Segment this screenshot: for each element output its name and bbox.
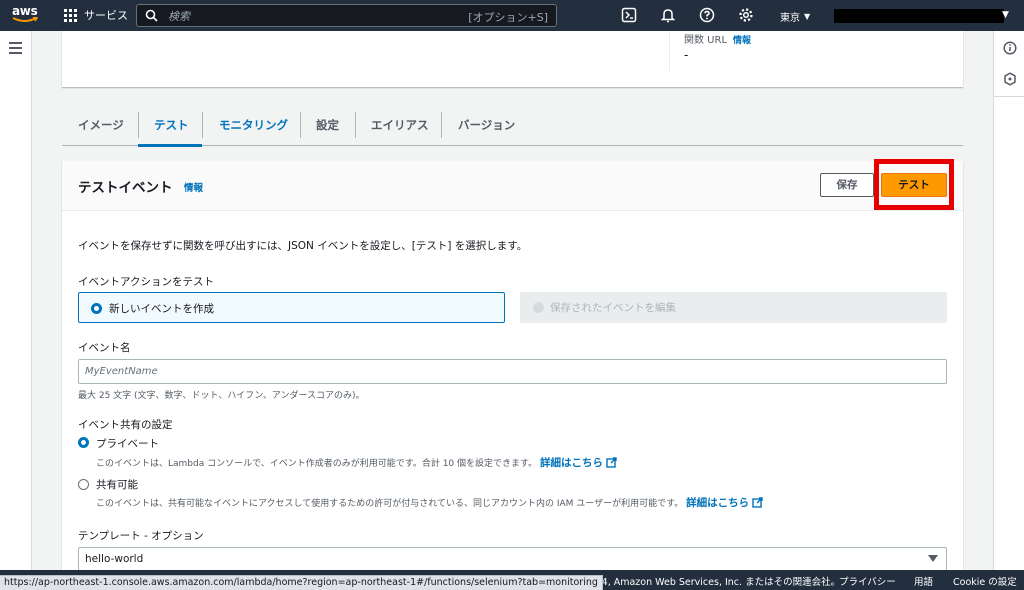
- panel-header: テストイベント 情報 保存 テスト: [62, 159, 963, 211]
- test-action-label: イベントアクションをテスト: [78, 276, 214, 288]
- tab-settings[interactable]: 設定: [316, 117, 339, 133]
- shareable-details-link[interactable]: 詳細はこちら: [686, 497, 763, 509]
- right-rail: [993, 31, 1024, 590]
- highlight-box: [874, 159, 954, 210]
- private-radio[interactable]: [78, 437, 89, 448]
- region-selector[interactable]: 東京 ▼: [780, 9, 810, 24]
- bell-icon[interactable]: [660, 7, 676, 23]
- panel-info-link[interactable]: 情報: [184, 180, 203, 194]
- tab-test[interactable]: テスト: [154, 117, 189, 133]
- template-value: hello-world: [85, 553, 144, 565]
- private-label: プライベート: [96, 438, 159, 450]
- shareable-description: このイベントは、共有可能なイベントにアクセスして使用するための許可が付与されてい…: [96, 499, 684, 509]
- card-divider: [669, 31, 670, 71]
- shareable-description-row: このイベントは、共有可能なイベントにアクセスして使用するための許可が付与されてい…: [96, 495, 763, 510]
- tab-monitoring[interactable]: モニタリング: [219, 117, 288, 133]
- private-description-row: このイベントは、Lambda コンソールで、イベント作成者のみが利用可能です。合…: [96, 455, 617, 470]
- save-button[interactable]: 保存: [820, 173, 874, 197]
- test-event-panel: テストイベント 情報 保存 テスト イベントを保存せずに関数を呼び出すには、JS…: [62, 159, 963, 590]
- footer-copyright: © 2024, Amazon Web Services, Inc. またはその関…: [571, 577, 841, 588]
- aws-logo[interactable]: aws: [12, 4, 42, 26]
- radio-disabled-icon: [533, 302, 544, 313]
- chevron-down-icon: ▼: [804, 12, 811, 21]
- private-details-link[interactable]: 詳細はこちら: [540, 457, 617, 469]
- shareable-radio[interactable]: [78, 479, 89, 490]
- account-menu[interactable]: [834, 9, 1004, 23]
- template-label: テンプレート - オプション: [78, 530, 204, 542]
- services-menu-button[interactable]: サービス: [64, 7, 128, 23]
- active-tab-indicator: [138, 144, 202, 147]
- gear-icon[interactable]: [738, 7, 754, 23]
- right-rail-divider: [994, 96, 1024, 97]
- services-label: サービス: [84, 9, 128, 22]
- tab-image[interactable]: イメージ: [78, 117, 124, 133]
- external-link-icon: [606, 457, 617, 468]
- function-url-value: -: [684, 48, 689, 62]
- create-new-event-option[interactable]: 新しいイベントを作成: [78, 292, 505, 323]
- feedback-icon[interactable]: [1003, 72, 1017, 86]
- account-chevron-icon: ▼: [1002, 10, 1009, 20]
- function-url-info-link[interactable]: 情報: [733, 36, 751, 46]
- private-description: このイベントは、Lambda コンソールで、イベント作成者のみが利用可能です。合…: [96, 459, 538, 469]
- tab-separator: [441, 112, 442, 138]
- footer-privacy-link[interactable]: プライバシー: [839, 574, 896, 588]
- caret-down-icon: [928, 555, 938, 562]
- event-sharing-label: イベント共有の設定: [78, 419, 173, 431]
- footer-terms-link[interactable]: 用語: [914, 574, 933, 588]
- footer-cookie-link[interactable]: Cookie の設定: [953, 574, 1017, 588]
- panel-title: テストイベント: [78, 180, 173, 196]
- tab-aliases[interactable]: エイリアス: [371, 117, 429, 133]
- radio-selected-icon: [91, 303, 102, 314]
- event-name-input[interactable]: MyEventName: [78, 359, 947, 384]
- cloudshell-icon[interactable]: [621, 7, 637, 23]
- event-name-hint: 最大 25 文字 (文字、数字、ドット、ハイフン、アンダースコアのみ)。: [78, 391, 365, 401]
- browser-status-url: https://ap-northeast-1.console.aws.amazo…: [0, 575, 603, 590]
- search-placeholder: 検索: [168, 9, 190, 23]
- search-shortcut: [オプション+S]: [468, 11, 548, 24]
- search-icon: [145, 9, 158, 22]
- info-icon[interactable]: [1003, 41, 1017, 55]
- edit-saved-event-label: 保存されたイベントを編集: [550, 302, 676, 314]
- template-select[interactable]: hello-world: [78, 547, 947, 571]
- function-overview-card: 関数 URL 情報 -: [62, 31, 963, 87]
- tab-separator: [300, 112, 301, 138]
- tab-separator: [355, 112, 356, 138]
- search-input[interactable]: 検索 [オプション+S]: [136, 4, 557, 27]
- function-tabs: イメージ テスト モニタリング 設定 エイリアス バージョン: [62, 108, 963, 146]
- top-navigation: aws サービス 検索 [オプション+S] 東京 ▼ ▼: [0, 0, 1024, 31]
- external-link-icon: [752, 497, 763, 508]
- menu-icon[interactable]: [9, 42, 22, 54]
- shareable-label: 共有可能: [96, 479, 138, 491]
- function-url-label: 関数 URL 情報: [684, 35, 752, 46]
- help-icon[interactable]: [699, 7, 715, 23]
- event-name-label: イベント名: [78, 342, 131, 354]
- panel-description: イベントを保存せずに関数を呼び出すには、JSON イベントを設定し、[テスト] …: [78, 240, 528, 252]
- grid-icon: [64, 8, 77, 22]
- event-name-placeholder: MyEventName: [85, 366, 158, 377]
- tab-separator: [138, 112, 139, 138]
- aws-logo-text: aws: [12, 4, 38, 18]
- tab-versions[interactable]: バージョン: [458, 117, 515, 133]
- create-new-event-label: 新しいイベントを作成: [109, 303, 214, 315]
- tab-separator: [202, 112, 203, 138]
- region-label: 東京: [780, 13, 800, 24]
- edit-saved-event-option: 保存されたイベントを編集: [520, 292, 947, 323]
- left-rail: [0, 31, 32, 590]
